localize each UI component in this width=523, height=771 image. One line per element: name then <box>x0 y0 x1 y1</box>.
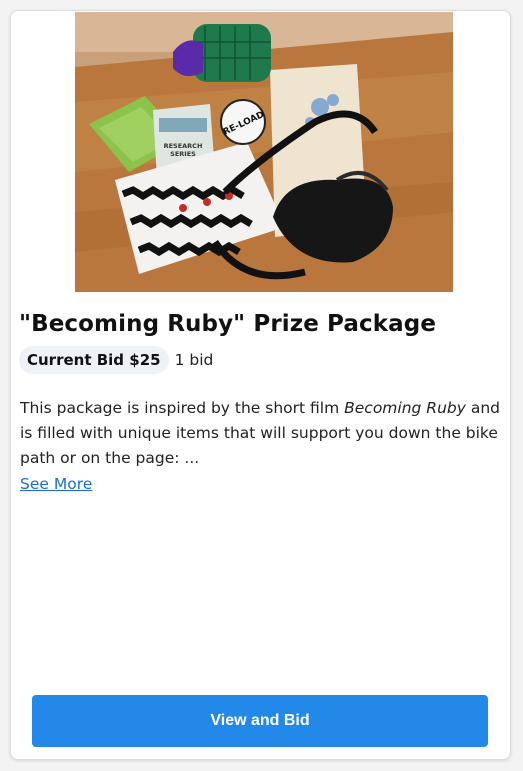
auction-item-card: RESEARCH SERIES RE-LOAD "Becoming Ruby" … <box>10 10 511 760</box>
item-photo[interactable]: RESEARCH SERIES RE-LOAD <box>75 12 453 292</box>
book-title-line2: SERIES <box>170 150 196 158</box>
item-description: This package is inspired by the short fi… <box>20 396 506 471</box>
current-bid-badge: Current Bid $25 <box>19 346 169 374</box>
description-text-start: This package is inspired by the short fi… <box>20 399 345 417</box>
film-title: Becoming Ruby <box>344 399 466 417</box>
prize-package-image: RESEARCH SERIES RE-LOAD <box>75 12 453 292</box>
see-more-link[interactable]: See More <box>20 472 92 497</box>
bid-info: Current Bid $25 1 bid <box>19 345 213 375</box>
item-title: "Becoming Ruby" Prize Package <box>19 311 437 337</box>
book-title-line1: RESEARCH <box>164 142 203 150</box>
bid-count: 1 bid <box>174 351 214 369</box>
view-and-bid-button[interactable]: View and Bid <box>32 695 488 747</box>
